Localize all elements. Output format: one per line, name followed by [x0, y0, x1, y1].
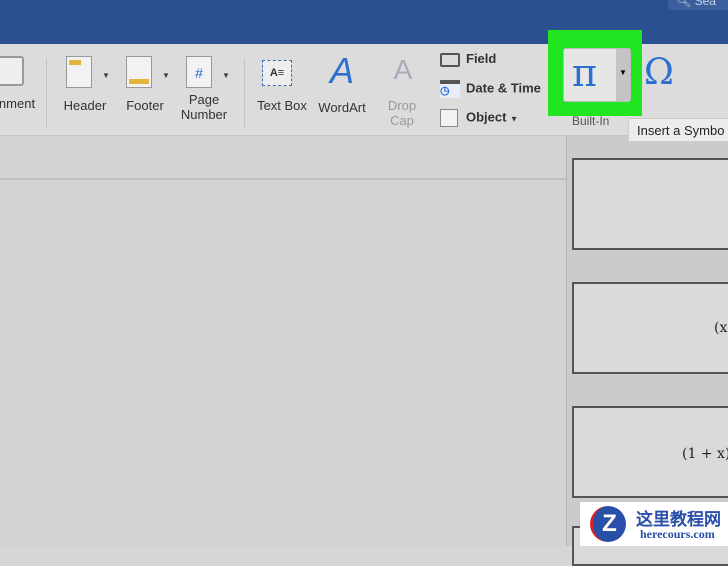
search-icon: 🔍︎	[676, 0, 695, 8]
footer-label: Footer	[126, 98, 164, 113]
watermark-logo-icon: Z	[590, 506, 626, 542]
drop-cap-icon: A	[393, 54, 413, 85]
chevron-down-icon: ▼	[102, 71, 110, 80]
header-icon	[66, 56, 92, 88]
wordart-button[interactable]: A WordArt	[314, 50, 370, 116]
field-icon	[440, 52, 460, 67]
date-time-button[interactable]: ◷ Date & Time	[440, 80, 541, 98]
comment-label: nment	[0, 96, 36, 111]
object-icon	[440, 109, 458, 127]
drop-cap-button: A Drop Cap	[378, 52, 428, 128]
calendar-clock-icon: ◷	[440, 80, 460, 98]
ruler-divider	[0, 178, 566, 180]
equation-dropdown-chevron-icon[interactable]: ▼	[616, 49, 630, 101]
search-field[interactable]: 🔍︎ Sea	[668, 0, 728, 10]
comment-icon	[0, 56, 24, 86]
text-box-label: Text Box	[257, 98, 307, 113]
header-label: Header	[63, 98, 107, 113]
comment-button[interactable]: nment	[0, 56, 40, 111]
equation-item[interactable]: (x	[572, 282, 728, 374]
symbol-button[interactable]: Ω	[644, 52, 674, 93]
object-label: Object	[466, 109, 507, 125]
wordart-icon: A	[329, 50, 354, 91]
chevron-down-icon: ▼	[510, 114, 519, 124]
equation-button[interactable]: π ▼	[563, 48, 631, 102]
document-area[interactable]	[0, 137, 566, 546]
section-label-built-in: Built-In	[572, 114, 610, 128]
field-button[interactable]: Field	[440, 51, 496, 67]
watermark-url: herecours.com	[640, 527, 715, 541]
text-box-icon: A≡	[262, 60, 292, 86]
watermark: Z 这里教程网 herecours.com	[580, 502, 728, 546]
wordart-label: WordArt	[318, 100, 366, 115]
text-box-button[interactable]: A≡ Text Box	[254, 56, 310, 113]
equation-text: (x	[714, 320, 728, 336]
footer-icon	[126, 56, 152, 88]
drop-cap-label: Drop Cap	[387, 98, 417, 128]
object-button[interactable]: Object ▼	[440, 109, 518, 127]
equation-item[interactable]	[572, 158, 728, 250]
field-label: Field	[466, 51, 497, 66]
chevron-down-icon: ▼	[222, 71, 230, 80]
date-time-label: Date & Time	[466, 80, 541, 96]
page-number-icon: #	[186, 56, 212, 88]
header-button[interactable]: Header ▼	[60, 56, 110, 113]
chevron-down-icon: ▼	[162, 71, 170, 80]
search-placeholder: Sea	[694, 0, 716, 8]
tooltip: Insert a Symbo	[628, 118, 728, 142]
pi-icon: π	[572, 51, 597, 95]
equation-item[interactable]: (1 + x)	[572, 406, 728, 498]
page-number-label: Page Number	[180, 92, 228, 122]
footer-button[interactable]: Footer ▼	[122, 56, 170, 113]
page-number-button[interactable]: # Page Number ▼	[180, 56, 232, 122]
equation-text: (1 + x)	[682, 446, 728, 462]
